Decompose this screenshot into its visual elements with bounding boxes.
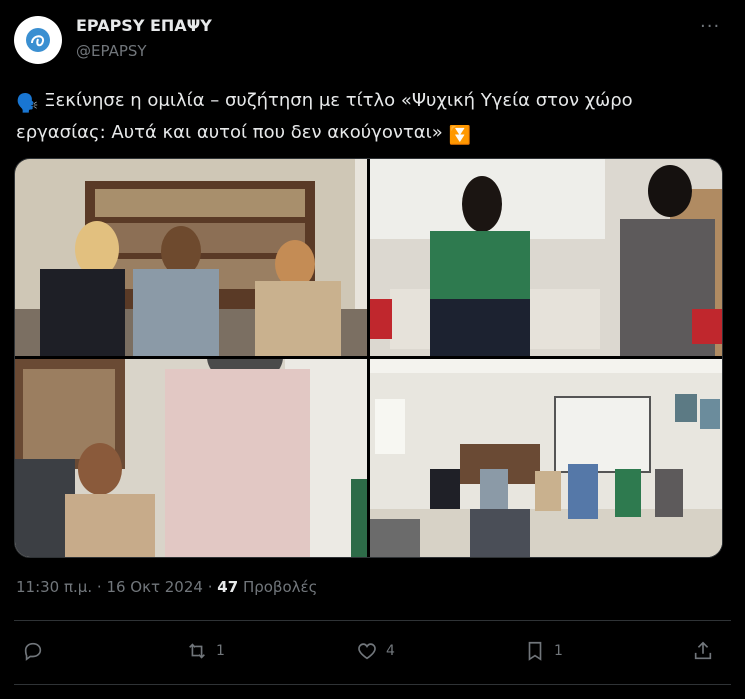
bookmark-button[interactable]: 1: [524, 640, 563, 662]
speaking-head-icon: 🗣️: [16, 93, 39, 114]
tweet-time[interactable]: 11:30 π.μ.: [16, 578, 92, 596]
views-count: 47: [217, 578, 239, 596]
retweet-count: 1: [216, 643, 225, 659]
epapsy-logo-icon: [26, 28, 50, 52]
more-options-icon[interactable]: ···: [700, 16, 720, 37]
photo-2[interactable]: [370, 159, 722, 356]
author-name[interactable]: EPAPSY ΕΠΑΨΥ: [76, 16, 212, 35]
photo-3[interactable]: [15, 359, 367, 557]
double-down-arrow-icon: ⏬: [448, 125, 471, 146]
photo-2-image: [370, 159, 722, 356]
avatar[interactable]: [14, 16, 62, 64]
share-button[interactable]: [692, 640, 714, 662]
meta-separator: ·: [96, 578, 102, 596]
views-label: Προβολές: [242, 578, 318, 596]
reply-icon: [24, 642, 42, 661]
photo-3-image: [15, 359, 367, 557]
retweet-button[interactable]: 1: [186, 640, 225, 662]
tweet-body: Ξεκίνησε η ομιλία – συζήτηση με τίτλο «Ψ…: [16, 90, 633, 143]
photo-4[interactable]: [370, 359, 722, 557]
heart-icon: [358, 643, 376, 660]
tweet-text: 🗣️ Ξεκίνησε η ομιλία – συζήτηση με τίτλο…: [16, 86, 716, 150]
share-icon: [694, 641, 712, 660]
author-handle[interactable]: @EPAPSY: [76, 42, 147, 60]
like-button[interactable]: 4: [356, 640, 395, 662]
retweet-icon: [189, 643, 205, 659]
bookmark-icon: [528, 641, 542, 661]
tweet-date[interactable]: 16 Οκτ 2024: [106, 578, 202, 596]
divider-bottom: [14, 684, 731, 685]
media-grid: [14, 158, 723, 558]
photo-1[interactable]: [15, 159, 367, 356]
photo-4-image: [370, 359, 722, 557]
bookmark-count: 1: [554, 643, 563, 659]
divider: [14, 620, 731, 621]
tweet-meta: 11:30 π.μ. · 16 Οκτ 2024 · 47 Προβολές: [16, 578, 317, 596]
photo-1-image: [15, 159, 367, 356]
like-count: 4: [386, 643, 395, 659]
meta-separator-2: ·: [207, 578, 213, 596]
reply-button[interactable]: [22, 640, 52, 662]
